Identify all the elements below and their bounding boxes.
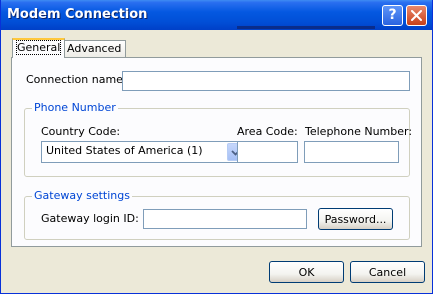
connection-name-label: Connection name: (26, 73, 127, 86)
phone-number-group: Phone Number Country Code: United States… (24, 101, 413, 177)
gateway-login-input[interactable] (143, 209, 307, 229)
title-bar-underline (237, 26, 375, 29)
country-code-label: Country Code: (41, 125, 121, 138)
close-icon (411, 10, 422, 21)
general-tab-panel: Connection name: Phone Number Country Co… (11, 57, 422, 247)
ok-button[interactable]: OK (269, 261, 344, 283)
gateway-settings-group-title: Gateway settings (32, 189, 132, 202)
country-code-value: United States of America (1) (46, 144, 203, 157)
help-icon: ? (388, 7, 397, 23)
cancel-button[interactable]: Cancel (350, 261, 425, 283)
gateway-login-label: Gateway login ID: (41, 212, 139, 225)
title-bar[interactable]: Modem Connection ? (1, 0, 432, 30)
password-button[interactable]: Password... (318, 208, 393, 230)
tab-general[interactable]: General (12, 38, 66, 58)
window-title: Modem Connection (7, 7, 148, 22)
tab-advanced-label: Advanced (67, 42, 122, 55)
area-code-input[interactable] (237, 141, 298, 163)
modem-connection-dialog: Modem Connection ? General Advanced Conn… (0, 0, 433, 294)
help-button[interactable]: ? (382, 5, 403, 26)
area-code-label: Area Code: (237, 125, 298, 138)
country-code-select[interactable]: United States of America (1) (41, 141, 244, 163)
connection-name-input[interactable] (122, 71, 410, 91)
telephone-number-input[interactable] (304, 141, 399, 163)
tab-advanced[interactable]: Advanced (62, 40, 127, 58)
close-button[interactable] (406, 5, 427, 26)
phone-number-group-title: Phone Number (32, 101, 118, 114)
telephone-number-label: Telephone Number: (305, 125, 413, 138)
tab-general-label: General (15, 40, 62, 55)
gateway-settings-group: Gateway settings Gateway login ID: Passw… (24, 189, 410, 240)
